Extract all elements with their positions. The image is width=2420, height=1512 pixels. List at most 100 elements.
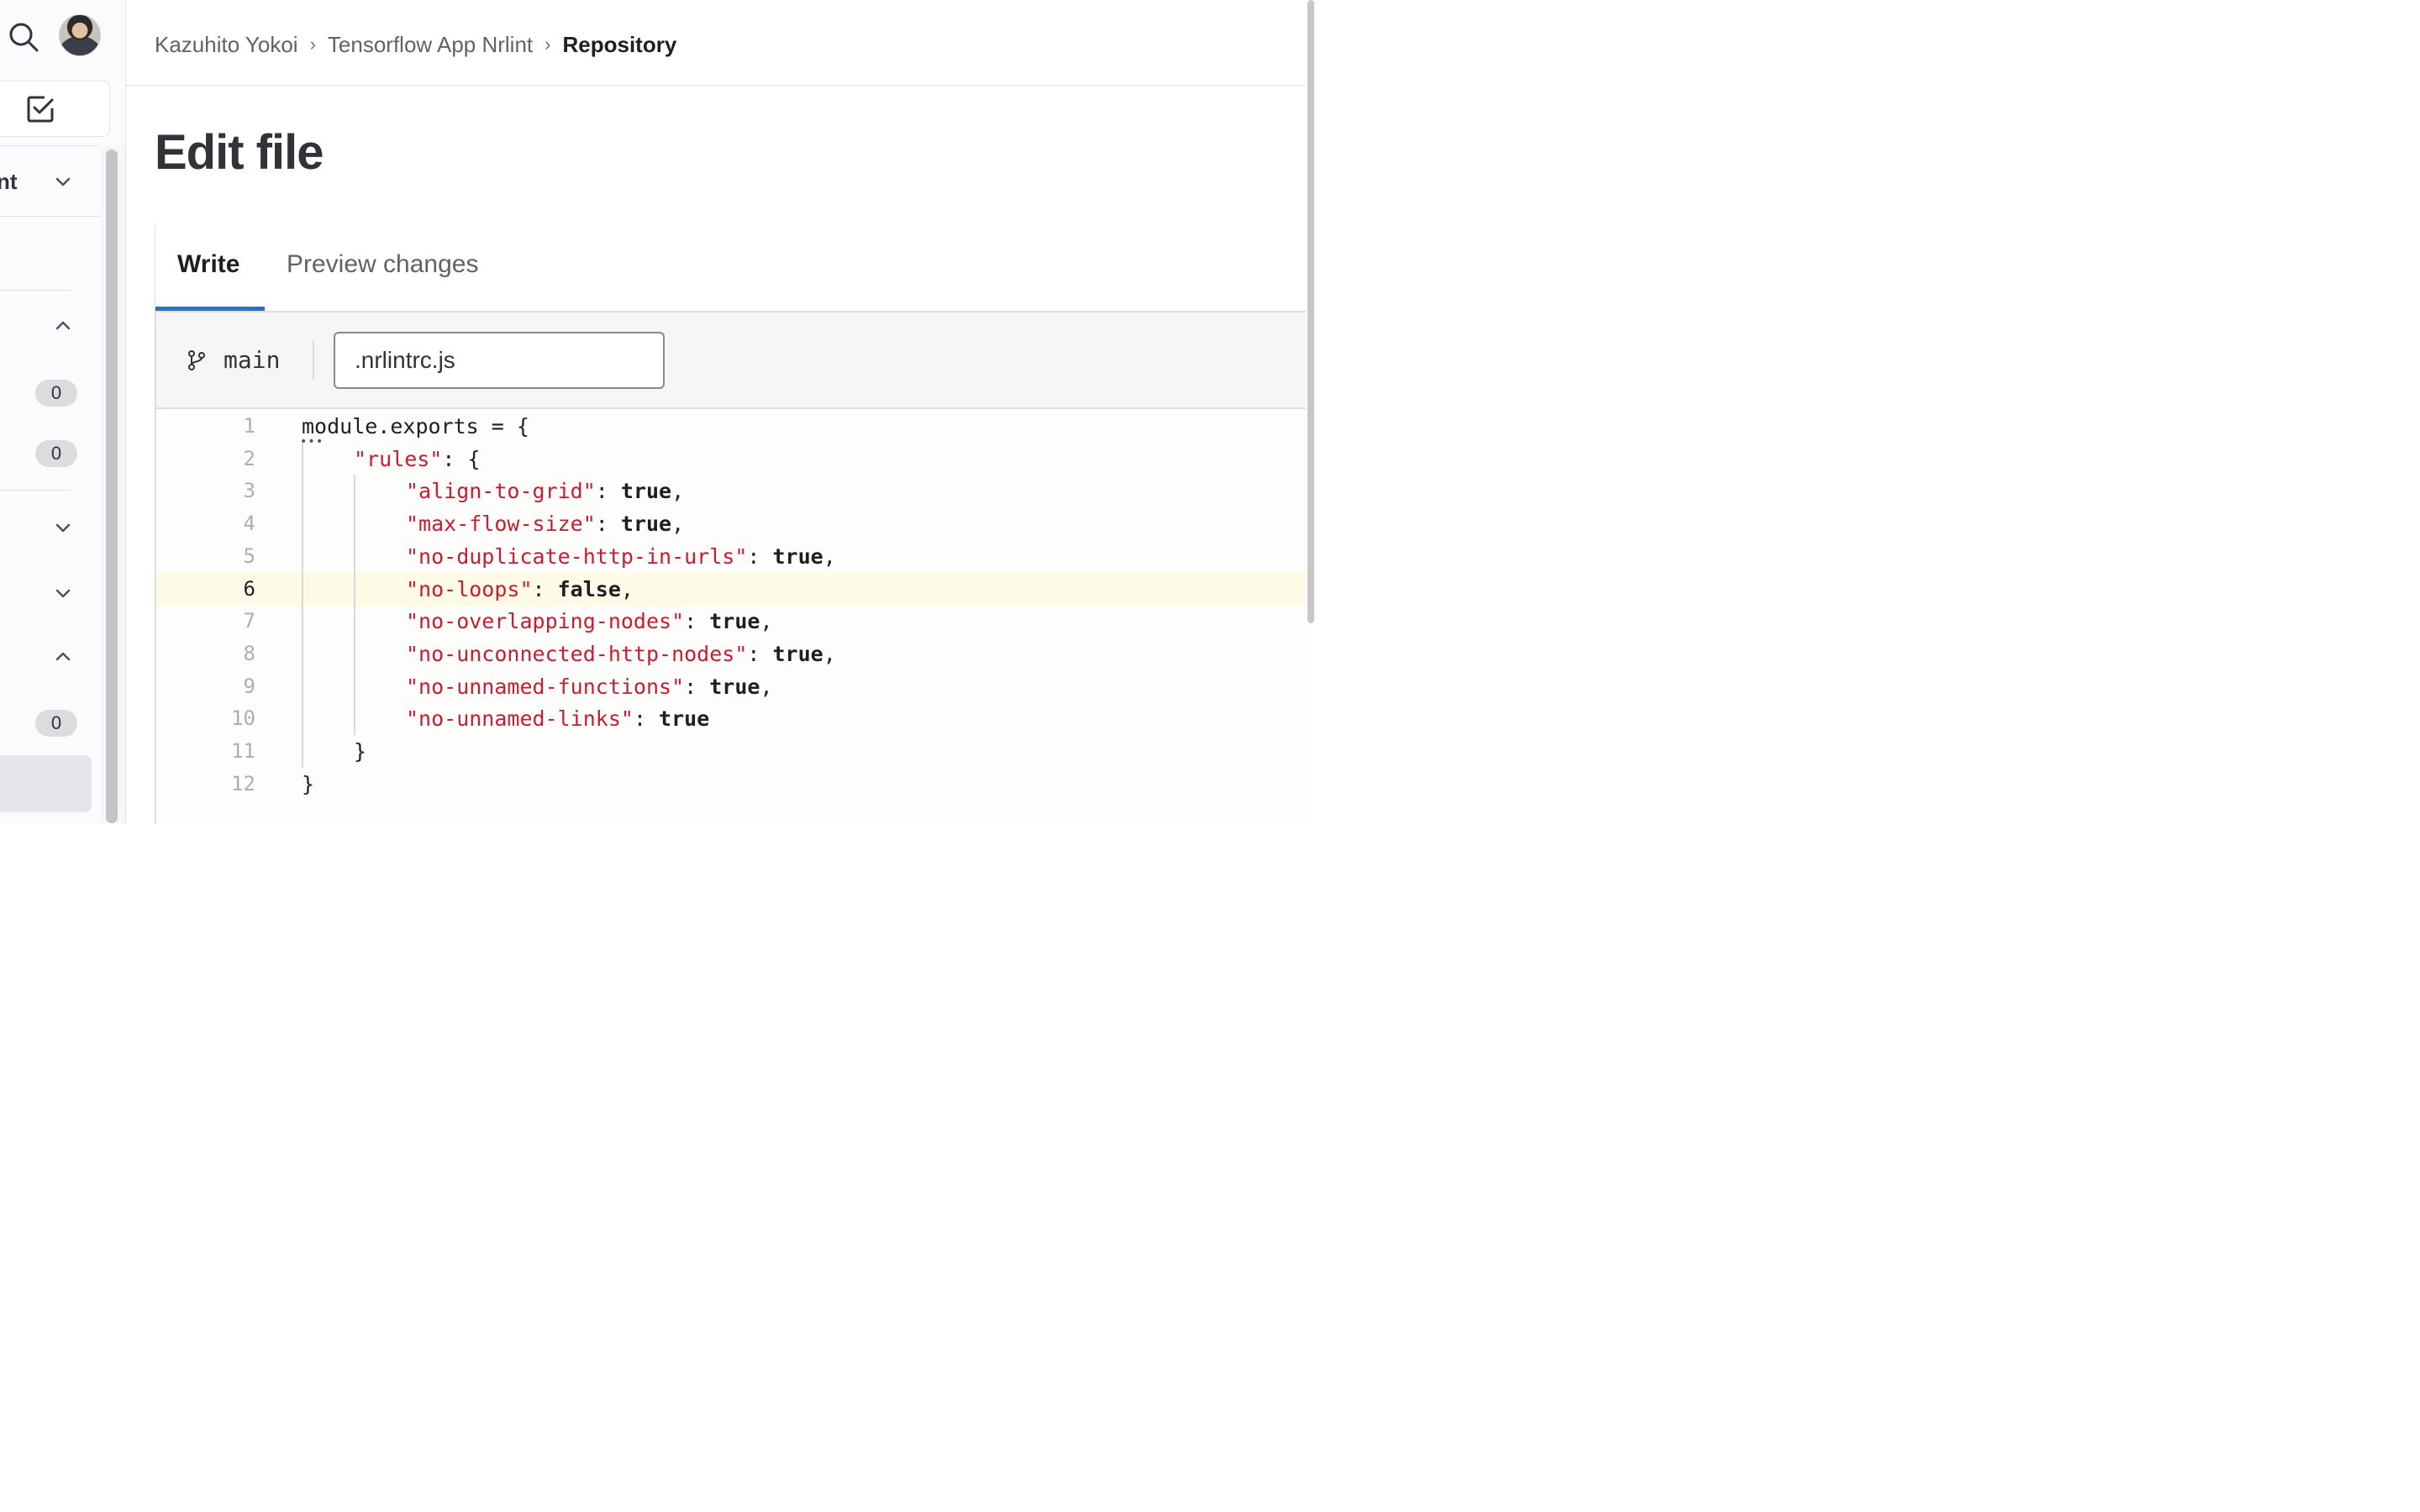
breadcrumb-item-user[interactable]: Kazuhito Yokoi bbox=[155, 32, 298, 58]
todo-checkbox-icon bbox=[27, 96, 54, 123]
line-number: 12 bbox=[231, 771, 255, 795]
line-number: 8 bbox=[243, 641, 255, 665]
top-bar: Kazuhito Yokoi › Tensorflow App Nrlint › Rep… bbox=[125, 0, 1306, 86]
line-number: 3 bbox=[243, 479, 255, 503]
code-text: "max-flow-size": true, bbox=[406, 507, 684, 540]
code-token: : bbox=[684, 674, 710, 699]
code-token: module.exports = { bbox=[302, 414, 529, 438]
code-token: : { bbox=[442, 446, 481, 471]
breadcrumb-item-repository[interactable]: Repository bbox=[562, 32, 676, 58]
code-string: "max-flow-size" bbox=[406, 512, 596, 537]
tab-write[interactable]: Write bbox=[177, 250, 239, 284]
code-line[interactable]: 1 module.exports = { bbox=[156, 410, 1306, 443]
code-token: , bbox=[671, 479, 685, 504]
page-scrollbar[interactable] bbox=[1307, 0, 1314, 623]
chevron-down-icon bbox=[55, 177, 71, 186]
code-keyword: true bbox=[620, 512, 672, 537]
breadcrumb-separator-icon: › bbox=[309, 34, 316, 55]
file-name-input[interactable] bbox=[334, 332, 665, 389]
sidebar-project-name: nt bbox=[0, 169, 18, 194]
code-keyword: true bbox=[772, 641, 823, 666]
code-token: } bbox=[302, 771, 315, 796]
code-keyword: true bbox=[620, 479, 672, 504]
chevron-up-icon[interactable] bbox=[54, 317, 72, 335]
code-line[interactable]: 11} bbox=[156, 735, 1306, 768]
breadcrumb-item-project[interactable]: Tensorflow App Nrlint bbox=[328, 32, 533, 58]
code-token: , bbox=[823, 543, 836, 569]
page-title: Edit file bbox=[155, 125, 324, 180]
code-keyword: true bbox=[659, 706, 710, 732]
code-line[interactable]: 2 "rules": { bbox=[156, 443, 1306, 475]
code-line[interactable]: 9 "no-unnamed-functions": true, bbox=[156, 670, 1306, 703]
count-badge: 0 bbox=[35, 380, 77, 407]
code-token: , bbox=[671, 512, 685, 537]
chevron-down-icon[interactable] bbox=[54, 584, 72, 602]
code-string: "align-to-grid" bbox=[406, 479, 596, 504]
search-icon[interactable] bbox=[7, 20, 39, 52]
code-text: } bbox=[302, 768, 314, 801]
breadcrumb: Kazuhito Yokoi › Tensorflow App Nrlint › Rep… bbox=[155, 30, 676, 58]
code-text: "align-to-grid": true, bbox=[406, 475, 684, 507]
sidebar: nt 0 0 0 bbox=[0, 0, 126, 823]
code-token: } bbox=[354, 739, 367, 764]
code-text: "rules": { bbox=[354, 443, 481, 475]
branch-icon bbox=[188, 350, 205, 370]
sidebar-item-active[interactable] bbox=[0, 755, 92, 812]
code-text: "no-unconnected-http-nodes": true, bbox=[406, 638, 836, 670]
code-string: "no-duplicate-http-in-urls" bbox=[406, 543, 748, 569]
code-line[interactable]: 4 "max-flow-size": true, bbox=[156, 507, 1306, 540]
sidebar-scrollbar[interactable] bbox=[106, 150, 118, 823]
sidebar-divider bbox=[0, 290, 71, 291]
file-editor: main 1 module.exports = {2 "rules": { 3 "ali… bbox=[155, 312, 1306, 823]
user-avatar[interactable] bbox=[59, 14, 101, 56]
breadcrumb-separator-icon: › bbox=[544, 34, 551, 55]
count-badge: 0 bbox=[35, 440, 77, 467]
code-line[interactable]: 8 "no-unconnected-http-nodes": true, bbox=[156, 638, 1306, 670]
code-line[interactable]: 6 "no-loops": false, bbox=[156, 572, 1306, 606]
code-token: : bbox=[595, 479, 621, 504]
code-keyword: true bbox=[709, 674, 760, 699]
code-line[interactable]: 7 "no-overlapping-nodes": true, bbox=[156, 605, 1306, 638]
code-line[interactable]: 12} bbox=[156, 768, 1306, 801]
code-editor[interactable]: 1 module.exports = {2 "rules": { 3 "align-to… bbox=[156, 410, 1306, 823]
line-number: 5 bbox=[243, 543, 255, 568]
sidebar-project-switcher[interactable]: nt bbox=[0, 146, 100, 217]
tab-preview-changes[interactable]: Preview changes bbox=[287, 250, 478, 284]
code-token: : bbox=[684, 609, 710, 634]
line-number: 6 bbox=[243, 576, 255, 601]
count-badge: 0 bbox=[35, 710, 77, 737]
code-line[interactable]: 10 "no-unnamed-links": true bbox=[156, 702, 1306, 735]
code-token: , bbox=[760, 609, 773, 634]
code-token: : bbox=[633, 706, 660, 732]
todo-button[interactable] bbox=[0, 81, 110, 137]
line-number: 7 bbox=[243, 609, 255, 633]
indent-guide bbox=[302, 442, 303, 768]
code-text: module.exports = { bbox=[302, 410, 529, 443]
code-token: : bbox=[747, 641, 773, 666]
code-token: : bbox=[747, 543, 773, 569]
code-string: "no-loops" bbox=[406, 576, 533, 601]
code-token: : bbox=[595, 512, 621, 537]
code-token: , bbox=[620, 576, 634, 601]
line-number: 4 bbox=[243, 512, 255, 536]
line-number: 9 bbox=[243, 674, 255, 698]
code-string: "no-unnamed-functions" bbox=[406, 674, 685, 699]
editor-tabs: Write Preview changes bbox=[155, 225, 1306, 312]
chevron-down-icon[interactable] bbox=[54, 518, 72, 537]
code-keyword: true bbox=[772, 543, 823, 569]
code-line[interactable]: 3 "align-to-grid": true, bbox=[156, 475, 1306, 507]
chevron-up-icon[interactable] bbox=[54, 648, 72, 666]
branch-name: main bbox=[224, 346, 281, 374]
sidebar-nav: nt 0 0 0 bbox=[0, 145, 100, 824]
code-text: "no-duplicate-http-in-urls": true, bbox=[406, 540, 836, 573]
line-number: 10 bbox=[231, 706, 255, 731]
code-string: "no-unconnected-http-nodes" bbox=[406, 641, 748, 666]
code-token: , bbox=[760, 674, 773, 699]
divider bbox=[313, 341, 314, 380]
file-path-bar: main bbox=[156, 312, 1306, 409]
code-token: , bbox=[823, 641, 836, 666]
code-text: } bbox=[354, 735, 366, 768]
active-tab-indicator bbox=[155, 307, 265, 311]
code-string: "no-overlapping-nodes" bbox=[406, 609, 685, 634]
code-line[interactable]: 5 "no-duplicate-http-in-urls": true, bbox=[156, 540, 1306, 573]
